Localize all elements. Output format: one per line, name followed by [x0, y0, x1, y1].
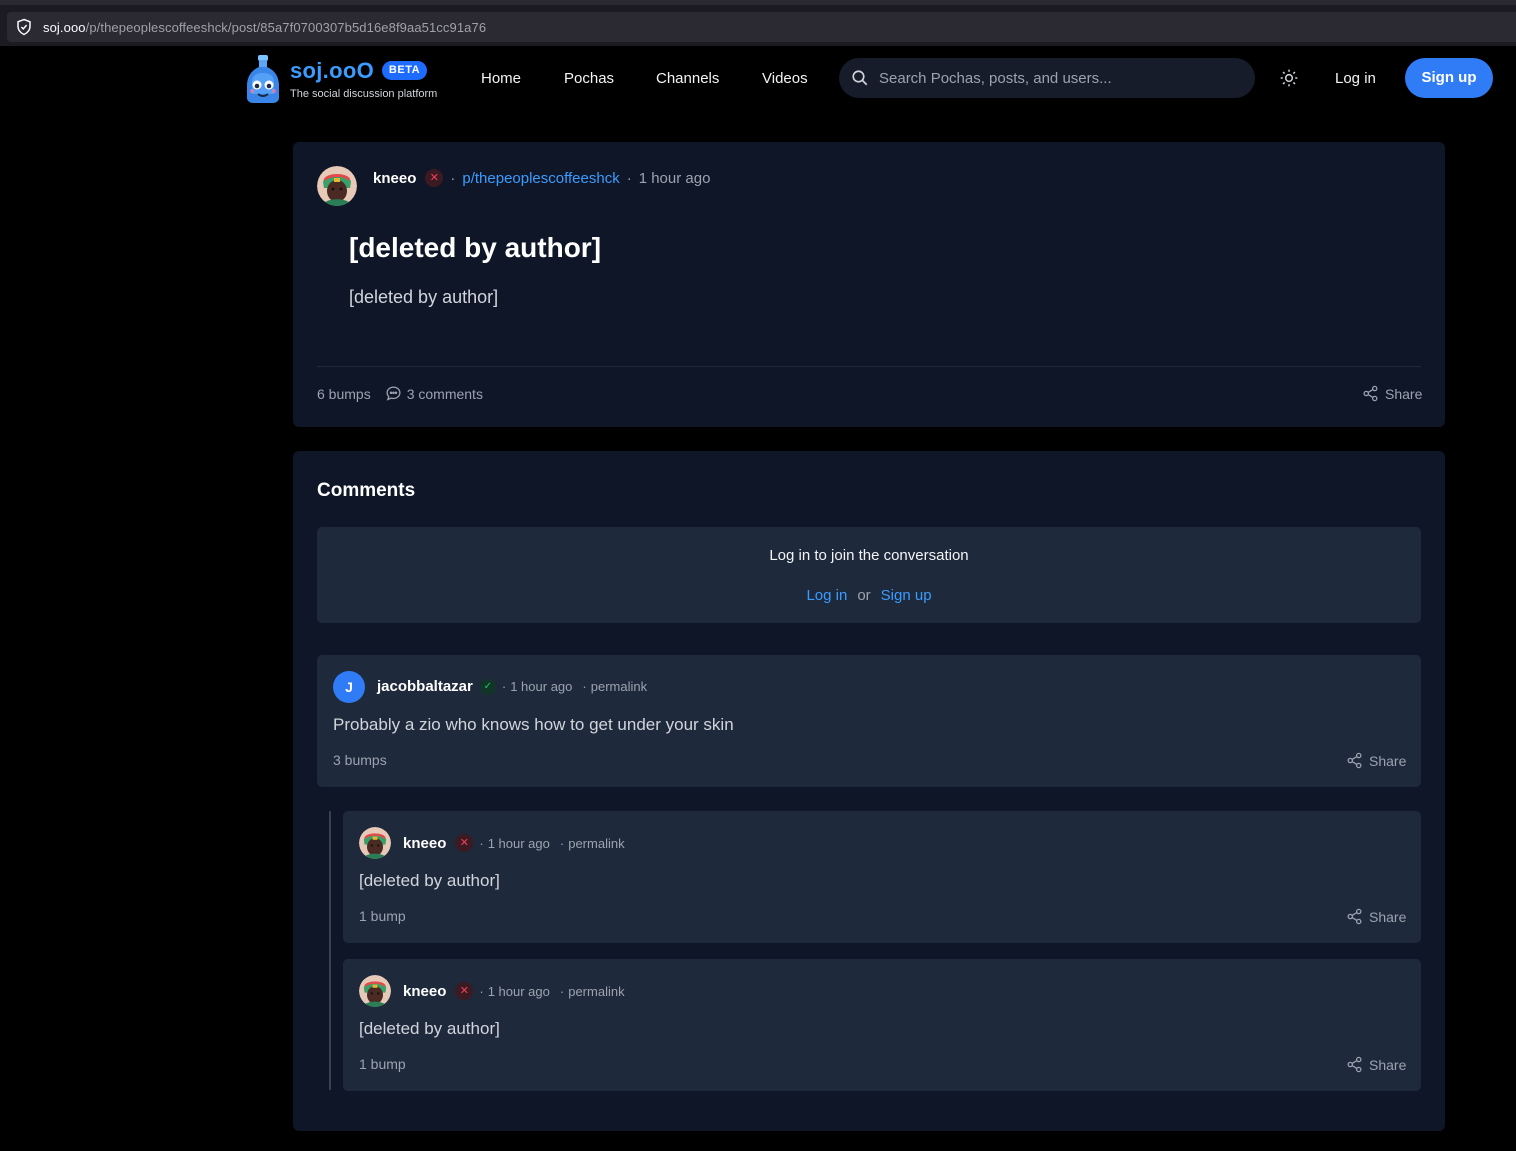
separator-dot: · — [626, 169, 632, 187]
shield-icon — [17, 18, 31, 36]
join-signup-link[interactable]: Sign up — [881, 587, 932, 604]
share-icon — [1347, 908, 1362, 925]
unverified-x-icon: ✕ — [425, 169, 444, 187]
comment-share-button[interactable]: Share — [1346, 752, 1406, 769]
comment-time: 1 hour ago — [487, 983, 550, 999]
separator-dot: · — [582, 679, 587, 694]
post-time: 1 hour ago — [638, 169, 711, 187]
join-prompt: Log in to join the conversation — [769, 547, 969, 564]
comment-meta: jacobbaltazar ✓ · 1 hour ago · permalink — [377, 678, 647, 695]
comment-bubble-icon — [386, 386, 401, 401]
bottle-mascot-logo-icon[interactable] — [244, 54, 282, 104]
separator-dot: · — [559, 835, 565, 851]
kneeo-avatar[interactable] — [359, 827, 391, 859]
site-brand[interactable]: soj.ooO — [290, 58, 374, 84]
comment-author[interactable]: kneeo — [403, 983, 446, 1000]
url-host: soj.ooo — [43, 19, 86, 35]
url-path: /p/thepeoplescoffeeshck/post/85a7f070030… — [85, 19, 487, 35]
comment-meta: kneeo ✕ · 1 hour ago · permalink — [403, 834, 625, 852]
permalink-link[interactable]: permalink — [568, 836, 624, 851]
comment-body: [deleted by author] — [359, 871, 500, 890]
comment-bumps[interactable]: 3 bumps — [333, 752, 387, 768]
share-icon — [1363, 385, 1378, 402]
separator-dot: · — [479, 835, 484, 851]
comment-meta: kneeo ✕ · 1 hour ago · permalink — [403, 982, 625, 1000]
comment-reply-item: kneeo ✕ · 1 hour ago · permalink [delete… — [343, 959, 1421, 1091]
login-link[interactable]: Log in — [1335, 70, 1376, 87]
post-share-button[interactable]: Share — [1362, 385, 1422, 402]
search-box — [839, 58, 1255, 98]
join-links: Log in or Sign up — [317, 587, 1421, 604]
nav-home[interactable]: Home — [481, 70, 521, 87]
unverified-x-icon: ✕ — [455, 982, 474, 1000]
join-login-link[interactable]: Log in — [806, 587, 847, 604]
post-body: [deleted by author] — [349, 287, 499, 307]
comment-bumps[interactable]: 1 bump — [359, 1056, 406, 1072]
avatar[interactable]: J — [333, 671, 365, 703]
comment-item: J jacobbaltazar ✓ · 1 hour ago · permali… — [317, 655, 1421, 787]
site-header: soj.ooO BETA The social discussion platf… — [0, 46, 1516, 112]
comments-heading: Comments — [317, 480, 416, 501]
url-text: soj.ooo/p/thepeoplescoffeeshck/post/85a7… — [43, 20, 486, 35]
permalink-link[interactable]: permalink — [591, 679, 647, 694]
comment-bumps[interactable]: 1 bump — [359, 908, 406, 924]
share-icon — [1347, 1056, 1362, 1073]
kneeo-avatar[interactable] — [317, 166, 357, 206]
post-footer: 6 bumps 3 comments — [317, 385, 483, 402]
post-meta: kneeo ✕ · p/thepeoplescoffeeshck · 1 hou… — [373, 169, 710, 187]
reply-thread-line — [329, 811, 331, 1090]
separator-dot: · — [450, 169, 456, 187]
post-bumps[interactable]: 6 bumps — [317, 386, 371, 402]
comment-body: Probably a zio who knows how to get unde… — [333, 715, 734, 734]
comment-share-button[interactable]: Share — [1346, 908, 1406, 925]
separator-dot: · — [559, 983, 565, 999]
share-label: Share — [1369, 752, 1407, 769]
comment-time: 1 hour ago — [510, 679, 573, 694]
community-link[interactable]: p/thepeoplescoffeeshck — [462, 170, 619, 187]
theme-toggle-sun-icon[interactable] — [1279, 68, 1299, 88]
comment-author[interactable]: kneeo — [403, 835, 446, 852]
address-bar[interactable]: soj.ooo/p/thepeoplescoffeeshck/post/85a7… — [7, 12, 1516, 42]
nav-videos[interactable]: Videos — [762, 70, 808, 87]
comment-time: 1 hour ago — [487, 835, 550, 851]
comment-reply-item: kneeo ✕ · 1 hour ago · permalink [delete… — [343, 811, 1421, 943]
post-comments-count[interactable]: 3 comments — [407, 386, 483, 402]
nav-pochas[interactable]: Pochas — [564, 70, 614, 87]
beta-badge: BETA — [382, 61, 427, 80]
site-tagline: The social discussion platform — [290, 88, 438, 100]
verified-check-icon: ✓ — [479, 678, 496, 695]
unverified-x-icon: ✕ — [455, 834, 474, 852]
browser-toolbar: soj.ooo/p/thepeoplescoffeeshck/post/85a7… — [0, 0, 1516, 46]
permalink-link[interactable]: permalink — [568, 984, 624, 999]
share-icon — [1347, 752, 1362, 769]
comment-share-button[interactable]: Share — [1346, 1056, 1406, 1073]
join-conversation-box: Log in to join the conversation Log in or… — [317, 527, 1421, 623]
post-divider — [317, 366, 1421, 367]
comments-card: Comments Log in to join the conversation… — [293, 451, 1445, 1131]
search-input[interactable] — [879, 58, 1239, 98]
nav-channels[interactable]: Channels — [656, 70, 719, 87]
kneeo-avatar[interactable] — [359, 975, 391, 1007]
post-title: [deleted by author] — [349, 232, 602, 263]
post-author[interactable]: kneeo — [373, 170, 416, 187]
signup-button[interactable]: Sign up — [1405, 58, 1493, 98]
search-icon — [852, 70, 868, 86]
share-label: Share — [1385, 385, 1423, 402]
separator-dot: · — [479, 983, 484, 999]
separator-dot: · — [501, 679, 507, 694]
comment-author[interactable]: jacobbaltazar — [377, 678, 473, 695]
share-label: Share — [1369, 1056, 1407, 1073]
or-text: or — [857, 587, 871, 604]
post-card: kneeo ✕ · p/thepeoplescoffeeshck · 1 hou… — [293, 142, 1445, 427]
comment-body: [deleted by author] — [359, 1019, 500, 1038]
share-label: Share — [1369, 908, 1407, 925]
